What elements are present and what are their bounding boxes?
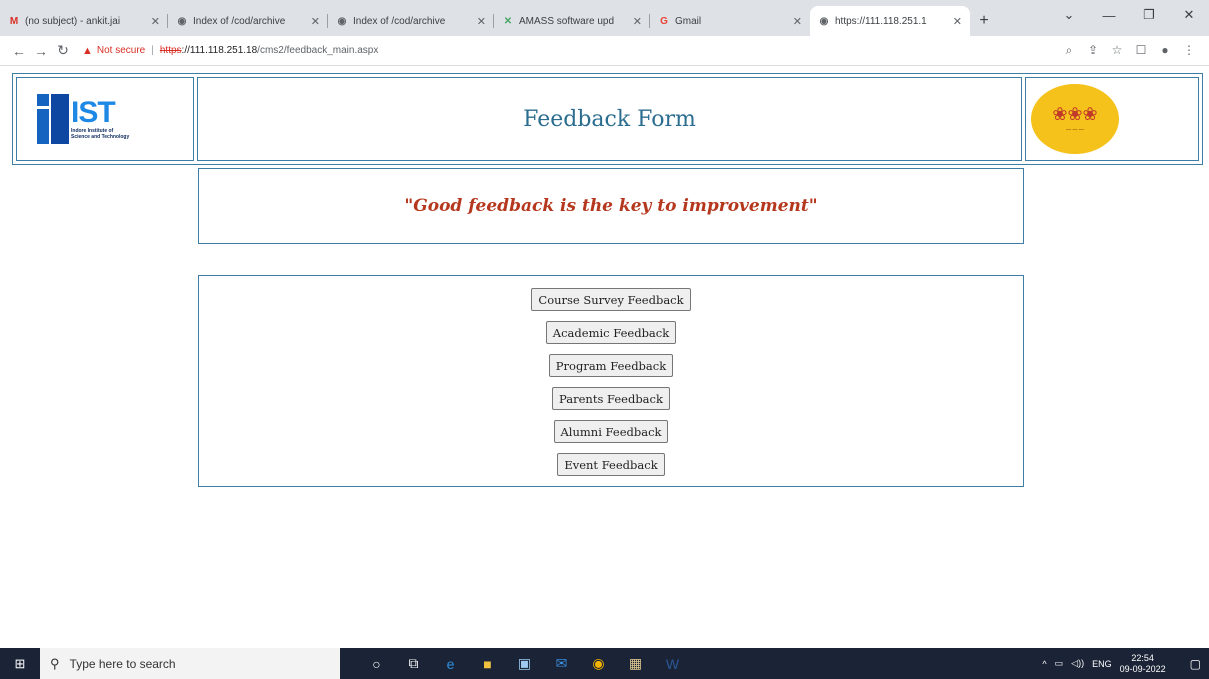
amass-icon: ✕ <box>503 15 513 27</box>
taskbar-search[interactable]: ⚲ Type here to search <box>40 648 340 679</box>
logo-abbr: IST <box>71 96 116 129</box>
iist-logo: IST Indore Institute of Science and Tech… <box>37 94 129 144</box>
browser-toolbar: ← → ↻ ▲ Not secure | https ://111.118.25… <box>0 36 1209 66</box>
windows-start-icon[interactable]: ⊞ <box>0 648 40 679</box>
page-title: Feedback Form <box>523 106 696 132</box>
quote-box: "Good feedback is the key to improvement… <box>198 168 1024 244</box>
share-icon[interactable]: ⇪ <box>1081 43 1105 58</box>
tab-title: (no subject) - ankit.jai <box>25 15 121 27</box>
notifications-icon[interactable]: ▢ <box>1190 657 1201 671</box>
search-icon: ⚲ <box>50 655 60 671</box>
browser-tab-strip: M (no subject) - ankit.jai ✕ ◉ Index of … <box>0 0 1209 36</box>
tab-title: https://111.118.251.1 <box>835 15 927 27</box>
tab-title: AMASS software upd <box>519 15 615 27</box>
close-icon[interactable]: ✕ <box>311 15 320 28</box>
quote-text: "Good feedback is the key to improvement… <box>404 196 818 216</box>
close-icon[interactable]: ✕ <box>151 15 160 28</box>
url-scheme: https <box>159 45 182 56</box>
edge-icon[interactable]: e <box>432 648 469 679</box>
address-bar[interactable]: ▲ Not secure | https ://111.118.251.18 /… <box>82 45 1057 57</box>
globe-icon: ◉ <box>337 15 347 27</box>
window-close-icon[interactable]: ✕ <box>1169 0 1209 30</box>
browser-tab[interactable]: ◉ Index of /cod/archive ✕ <box>168 6 328 36</box>
close-icon[interactable]: ✕ <box>793 15 802 28</box>
academic-feedback-button[interactable]: Academic Feedback <box>545 321 677 344</box>
search-placeholder: Type here to search <box>69 656 176 671</box>
feedback-options: Course Survey Feedback Academic Feedback… <box>198 275 1024 487</box>
bookmark-star-icon[interactable]: ☆ <box>1105 43 1129 58</box>
close-icon[interactable]: ✕ <box>953 15 962 28</box>
clock[interactable]: 22:54 09-09-2022 <box>1120 653 1174 675</box>
network-icon[interactable]: ▭ <box>1055 658 1064 669</box>
forward-icon[interactable]: → <box>30 43 52 59</box>
warning-icon: ▲ <box>82 44 93 57</box>
window-controls: ⌄ — ❐ ✕ <box>1049 0 1209 30</box>
browser-tab[interactable]: ◉ Index of /cod/archive ✕ <box>328 6 494 36</box>
course-survey-feedback-button[interactable]: Course Survey Feedback <box>531 288 691 311</box>
windows-taskbar: ⊞ ⚲ Type here to search ○ ⧉ e ■ ▣ ✉ ◉ ▦ … <box>0 648 1209 679</box>
tab-title: Index of /cod/archive <box>353 15 446 27</box>
event-feedback-button[interactable]: Event Feedback <box>557 453 665 476</box>
taskbar-apps: ○ ⧉ e ■ ▣ ✉ ◉ ▦ W <box>358 648 691 679</box>
seal-cell: ❀❀❀ — — — <box>1025 77 1199 161</box>
browser-tab[interactable]: ✕ AMASS software upd ✕ <box>494 6 650 36</box>
logo-name-line2: Science and Technology <box>71 134 130 140</box>
browser-tab[interactable]: M (no subject) - ankit.jai ✕ <box>0 6 168 36</box>
gmail-icon: M <box>9 15 19 27</box>
store-icon[interactable]: ▣ <box>506 648 543 679</box>
title-cell: Feedback Form <box>197 77 1022 161</box>
program-feedback-button[interactable]: Program Feedback <box>548 354 674 377</box>
sidebar-icon[interactable]: ☐ <box>1129 43 1153 58</box>
cortana-icon[interactable]: ○ <box>358 648 395 679</box>
url-divider: | <box>151 45 154 56</box>
file-explorer-icon[interactable]: ■ <box>469 648 506 679</box>
url-path: /cms2/feedback_main.aspx <box>257 45 379 56</box>
profile-icon[interactable]: ● <box>1153 43 1177 58</box>
url-host: ://111.118.251.18 <box>181 45 258 56</box>
tab-search-icon[interactable]: ⌄ <box>1049 0 1089 30</box>
parents-feedback-button[interactable]: Parents Feedback <box>552 387 670 410</box>
browser-tab-active[interactable]: ◉ https://111.118.251.1 ✕ <box>810 6 970 36</box>
logo-cell: IST Indore Institute of Science and Tech… <box>16 77 194 161</box>
globe-icon: ◉ <box>177 15 187 27</box>
globe-icon: ◉ <box>819 15 829 27</box>
task-view-icon[interactable]: ⧉ <box>395 648 432 679</box>
close-icon[interactable]: ✕ <box>633 15 642 28</box>
close-icon[interactable]: ✕ <box>477 15 486 28</box>
back-icon[interactable]: ← <box>8 43 30 59</box>
clock-date: 09-09-2022 <box>1119 663 1166 674</box>
volume-icon[interactable]: ◁)) <box>1071 658 1084 669</box>
tab-title: Gmail <box>675 15 702 27</box>
logo-mark-icon <box>37 94 69 144</box>
word-icon[interactable]: W <box>654 648 691 679</box>
google-icon: G <box>660 15 668 27</box>
alumni-feedback-button[interactable]: Alumni Feedback <box>553 420 669 443</box>
clock-time: 22:54 <box>1131 652 1154 663</box>
chevron-up-icon[interactable]: ^ <box>1042 659 1046 669</box>
page-header: IST Indore Institute of Science and Tech… <box>12 73 1203 165</box>
chrome-icon[interactable]: ◉ <box>580 648 617 679</box>
minimize-icon[interactable]: — <box>1089 0 1129 30</box>
zoom-icon[interactable]: ⌕ <box>1057 43 1081 58</box>
system-tray: ^ ▭ ◁)) ENG 22:54 09-09-2022 ▢ <box>1042 648 1209 679</box>
new-tab-button[interactable]: + <box>970 6 998 36</box>
toolbar-actions: ⌕ ⇪ ☆ ☐ ● ⋮ <box>1057 43 1201 58</box>
language-indicator[interactable]: ENG <box>1092 659 1112 669</box>
browser-tab[interactable]: G Gmail ✕ <box>650 6 810 36</box>
university-seal-icon: ❀❀❀ — — — <box>1031 84 1119 154</box>
mail-icon[interactable]: ✉ <box>543 648 580 679</box>
not-secure-label: Not secure <box>96 45 146 56</box>
reload-icon[interactable]: ↻ <box>52 42 74 59</box>
menu-icon[interactable]: ⋮ <box>1177 43 1201 58</box>
restore-icon[interactable]: ❐ <box>1129 0 1169 30</box>
calendar-app-icon[interactable]: ▦ <box>617 648 654 679</box>
tab-title: Index of /cod/archive <box>193 15 286 27</box>
